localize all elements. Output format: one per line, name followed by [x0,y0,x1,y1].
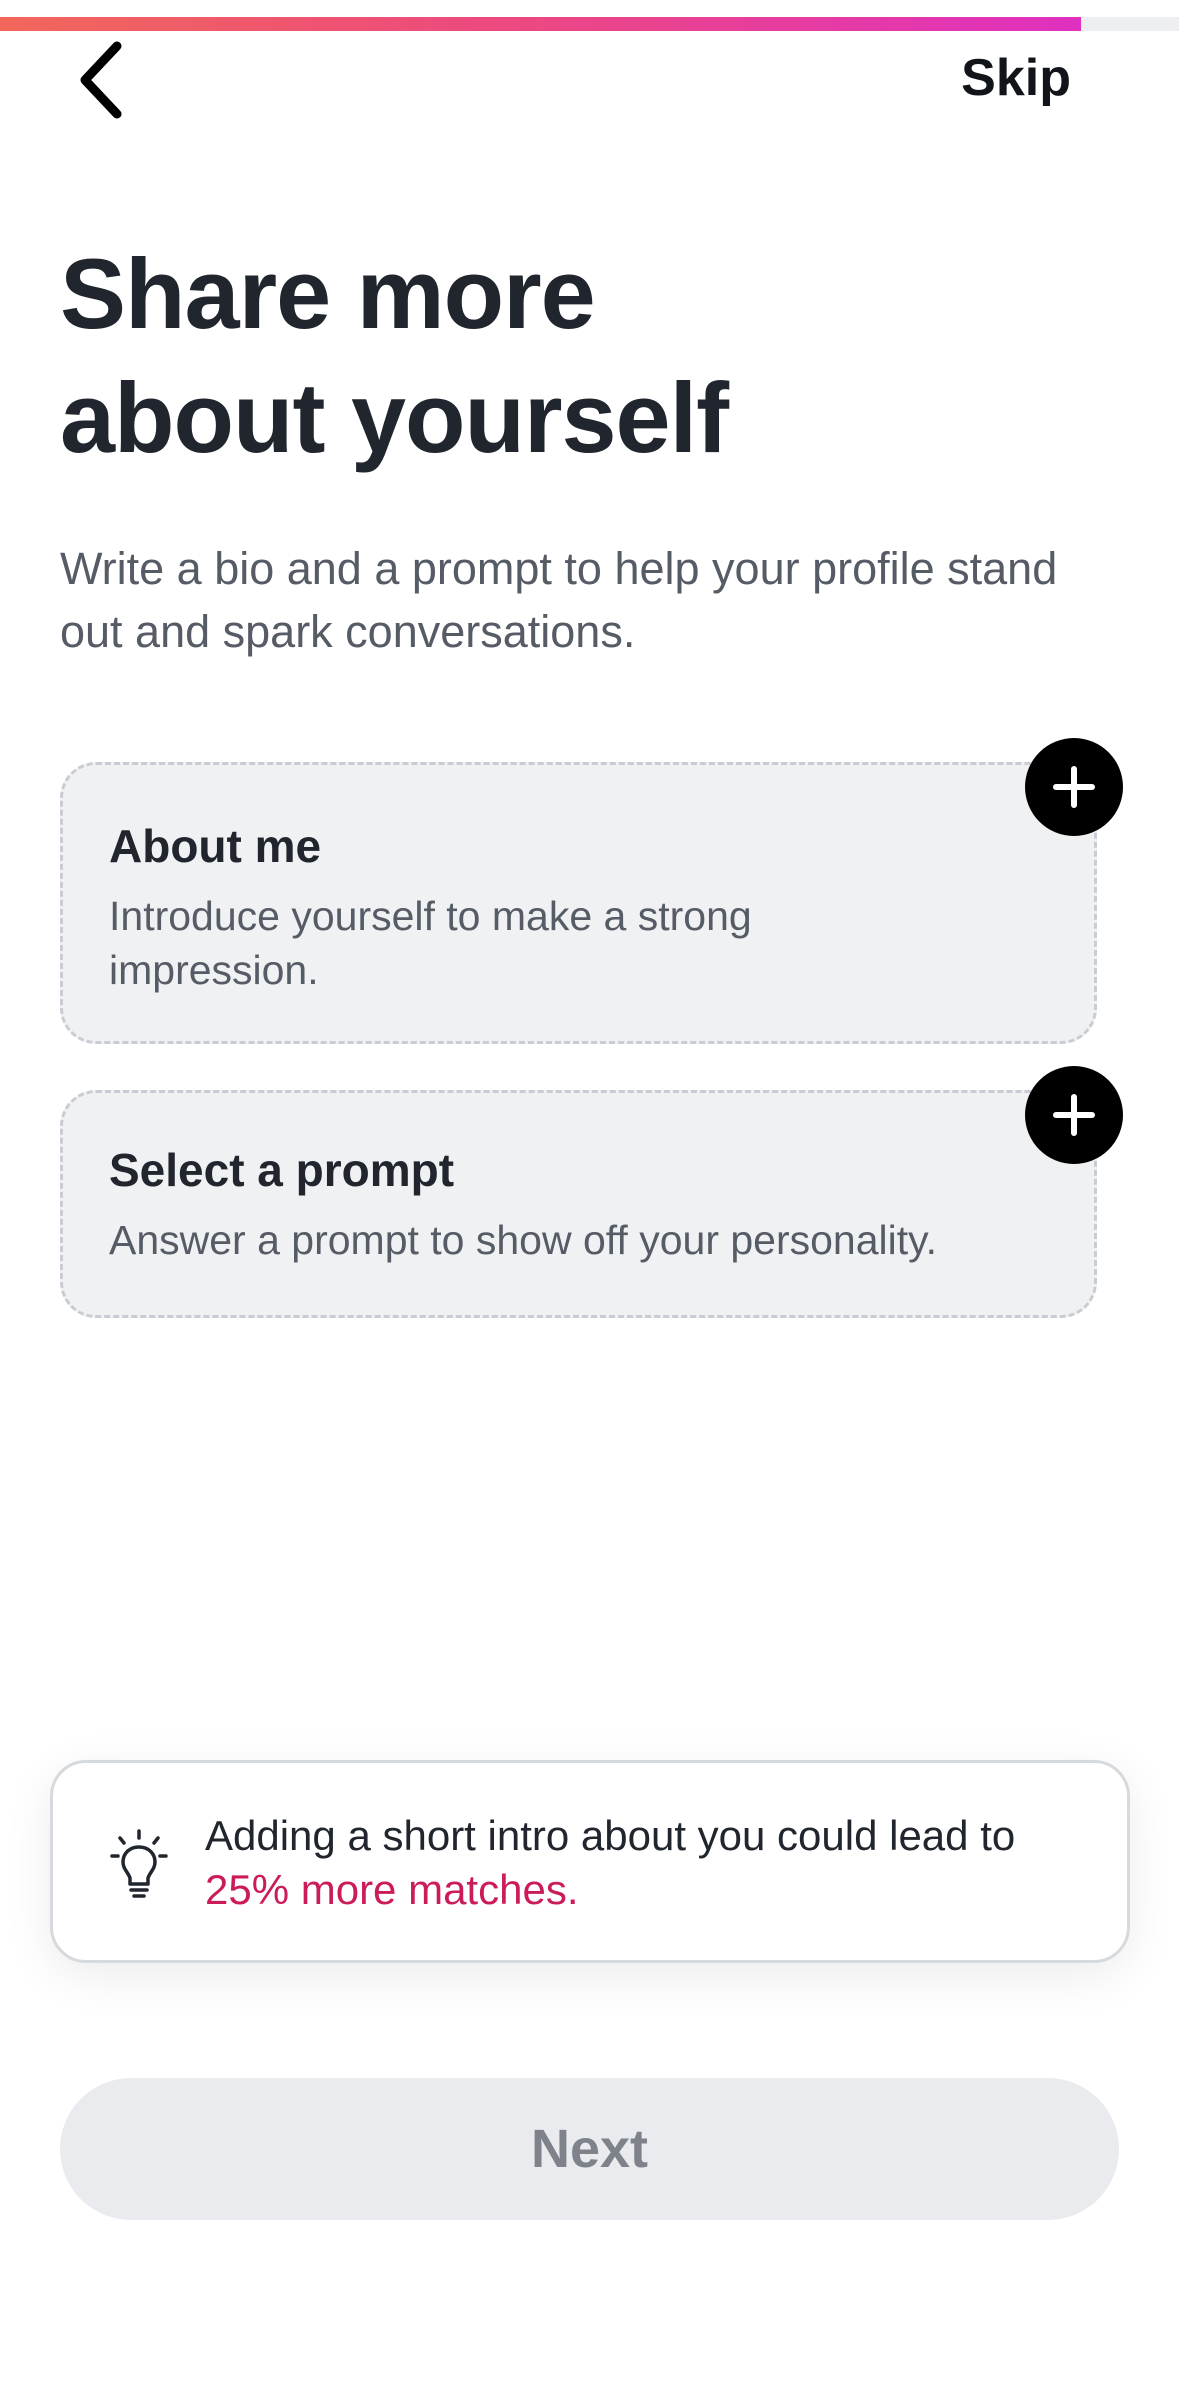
add-prompt-button[interactable] [1025,1066,1123,1164]
about-me-title: About me [109,820,322,872]
back-button[interactable] [75,35,155,125]
tip-card: Adding a short intro about you could lea… [50,1760,1130,1963]
tip-highlight: 25% more matches. [205,1866,579,1913]
select-prompt-card[interactable]: Select a prompt Answer a prompt to show … [60,1090,1097,1318]
add-about-me-button[interactable] [1025,738,1123,836]
select-prompt-description: Answer a prompt to show off your persona… [109,1217,937,1263]
skip-button[interactable]: Skip [961,48,1071,108]
page-title-line-2: about yourself [60,362,729,473]
plus-icon [1053,766,1095,808]
about-me-card[interactable]: About me Introduce yourself to make a st… [60,762,1097,1044]
page-title: Share more about yourself [60,232,1060,480]
select-prompt-title: Select a prompt [109,1144,455,1196]
about-me-description: Introduce yourself to make a strong impr… [109,893,752,993]
next-button[interactable]: Next [60,2078,1119,2220]
tip-message: Adding a short intro about you could lea… [205,1812,1016,1859]
page-title-line-1: Share more [60,238,596,349]
chevron-left-icon [80,41,122,119]
page-subtitle: Write a bio and a prompt to help your pr… [60,543,1058,657]
progress-bar [0,17,1179,31]
progress-bar-fill [0,17,1082,31]
tip-text: Adding a short intro about you could lea… [205,1809,1105,1917]
plus-icon [1053,1094,1095,1136]
lightbulb-icon [110,1829,168,1898]
